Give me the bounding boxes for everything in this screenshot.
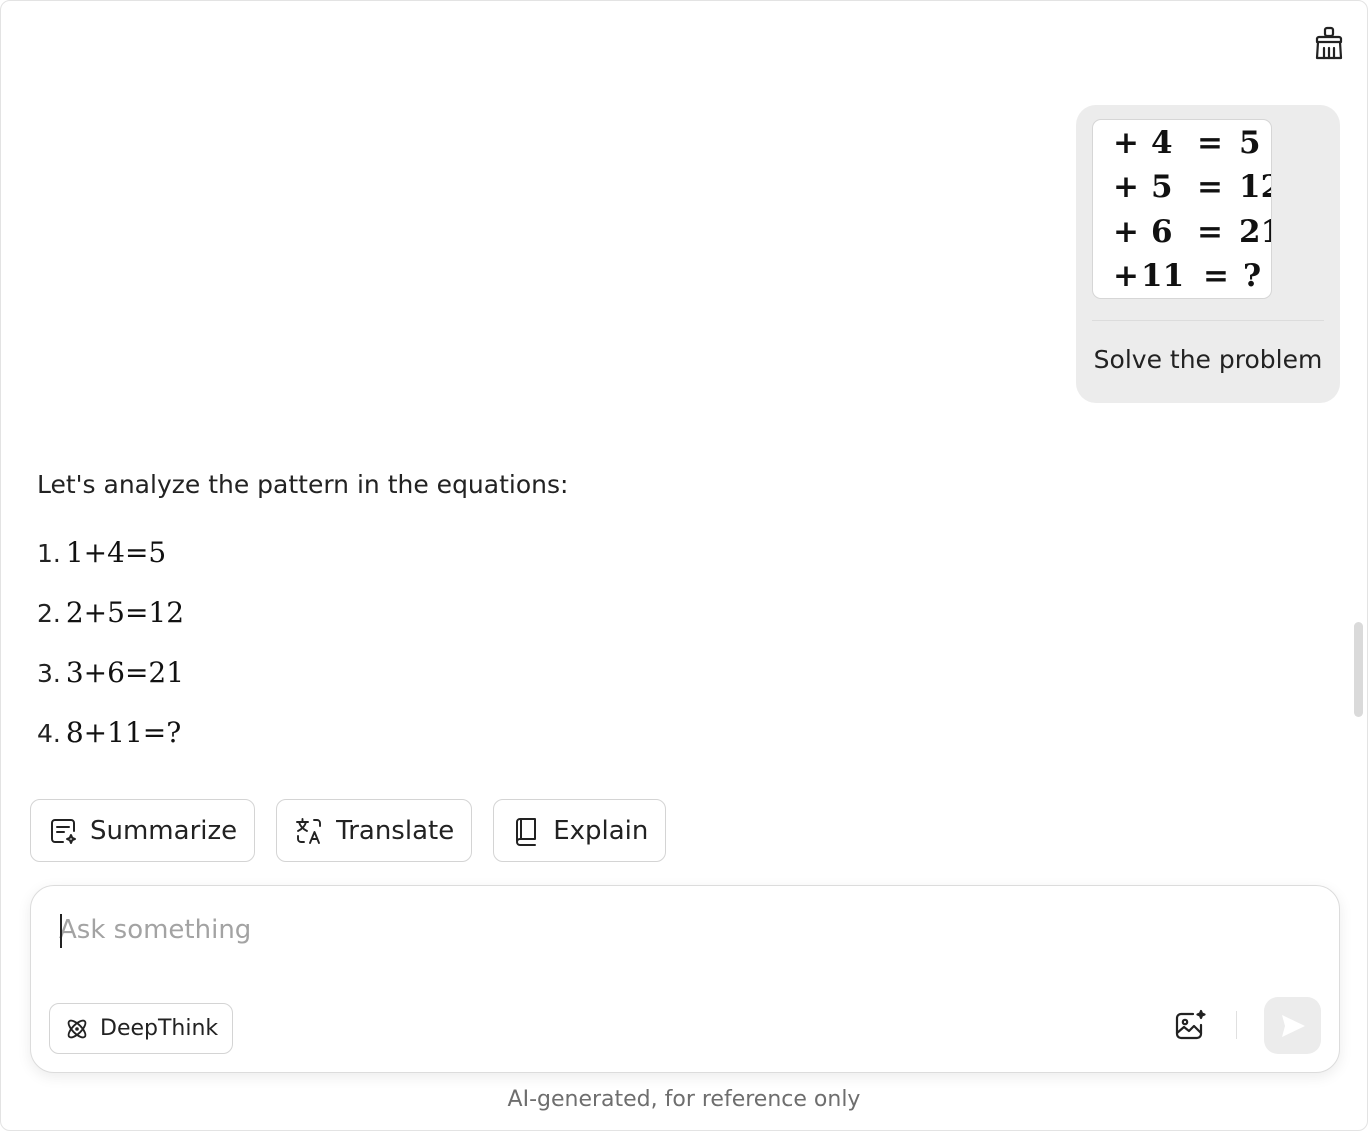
- list-item-number: 2.: [37, 599, 61, 628]
- user-message-text: Solve the problem: [1093, 345, 1323, 374]
- list-item: 2. 2+5=12: [37, 583, 568, 643]
- deepthink-toggle[interactable]: DeepThink: [49, 1003, 234, 1054]
- translate-label: Translate: [336, 815, 455, 846]
- list-item-math: 1+4=5: [65, 536, 167, 569]
- eq-operand: 11: [1141, 258, 1185, 294]
- eq-equals: =: [1197, 169, 1223, 205]
- eq-equals: =: [1197, 125, 1223, 161]
- eq-operand: 6: [1151, 214, 1173, 250]
- eq-plus: +: [1113, 258, 1139, 294]
- scrollbar[interactable]: [1354, 622, 1363, 717]
- user-message-bubble: + 4 = 5 + 5 = 12 + 6 = 21 + 11 = ? Solve…: [1076, 105, 1340, 403]
- equation-row: + 4 = 5: [1093, 121, 1271, 165]
- prompt-input[interactable]: [59, 908, 1259, 952]
- attached-image[interactable]: + 4 = 5 + 5 = 12 + 6 = 21 + 11 = ?: [1092, 119, 1272, 299]
- explain-label: Explain: [553, 815, 649, 846]
- composer: DeepThink: [30, 885, 1340, 1073]
- summarize-icon: [51, 818, 76, 844]
- list-item: 4. 8+11=?: [37, 703, 568, 763]
- list-item-number: 4.: [37, 719, 61, 748]
- broom-icon: [1315, 26, 1343, 60]
- list-item-number: 3.: [37, 659, 61, 688]
- equation-row: + 5 = 12: [1093, 165, 1271, 209]
- book-icon: [516, 817, 537, 846]
- bubble-divider: [1092, 320, 1324, 321]
- image-sparkle-icon: [1175, 1009, 1206, 1040]
- eq-result: 5: [1239, 125, 1261, 161]
- eq-equals: =: [1197, 214, 1223, 250]
- eq-plus: +: [1113, 125, 1139, 161]
- list-item-math: 8+11=?: [65, 716, 182, 749]
- translate-icon: [296, 817, 322, 844]
- clear-chat-button[interactable]: [1310, 24, 1348, 62]
- translate-button[interactable]: Translate: [276, 799, 473, 862]
- send-button[interactable]: [1264, 997, 1321, 1054]
- list-item-math: 3+6=21: [65, 656, 185, 689]
- quick-actions: Summarize Translate Explain: [30, 799, 667, 862]
- text-caret: [60, 914, 62, 948]
- list-item-number: 1.: [37, 539, 61, 568]
- eq-result: 21: [1239, 214, 1271, 250]
- send-icon: [1281, 1014, 1305, 1037]
- atom-icon: [67, 1019, 87, 1038]
- list-item: 1. 1+4=5: [37, 523, 568, 583]
- summarize-label: Summarize: [90, 815, 238, 846]
- equation-row: + 6 = 21: [1093, 210, 1271, 254]
- eq-result: ?: [1243, 258, 1262, 294]
- eq-equals: =: [1203, 258, 1229, 294]
- deepthink-label: DeepThink: [100, 1016, 219, 1041]
- eq-result: 12: [1239, 169, 1271, 205]
- eq-operand: 5: [1151, 169, 1173, 205]
- upload-image-button[interactable]: [1171, 1006, 1211, 1046]
- disclaimer-text: AI-generated, for reference only: [507, 1087, 861, 1112]
- equation-row: + 11 = ?: [1093, 254, 1271, 298]
- eq-plus: +: [1113, 214, 1139, 250]
- toolbar-separator: [1236, 1011, 1237, 1039]
- explain-button[interactable]: Explain: [493, 799, 667, 862]
- list-item: 3. 3+6=21: [37, 643, 568, 703]
- assistant-intro: Let's analyze the pattern in the equatio…: [37, 470, 569, 499]
- eq-plus: +: [1113, 169, 1139, 205]
- eq-operand: 4: [1151, 125, 1173, 161]
- summarize-button[interactable]: Summarize: [30, 799, 256, 862]
- list-item-math: 2+5=12: [65, 596, 185, 629]
- assistant-message: Let's analyze the pattern in the equatio…: [37, 465, 568, 763]
